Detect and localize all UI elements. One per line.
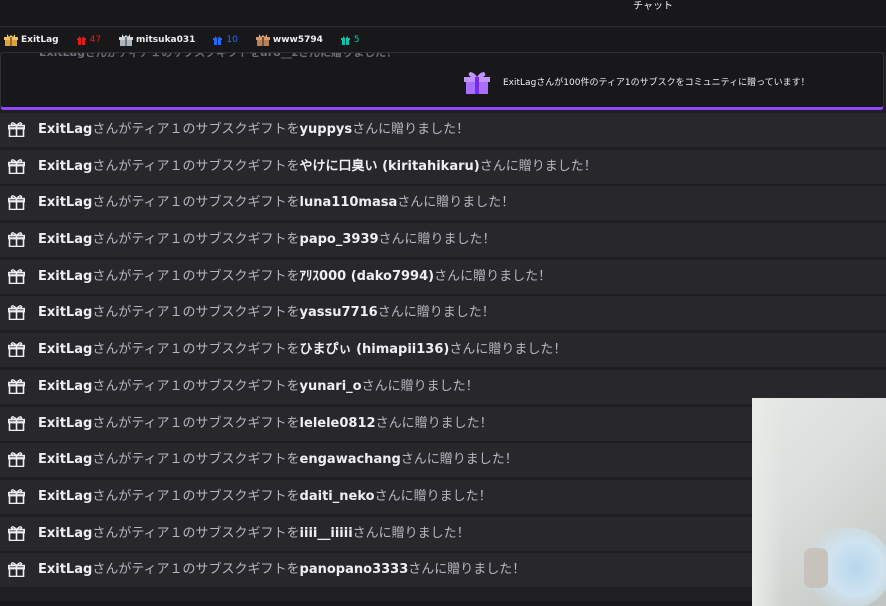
gift-leaderboard: ExitLag 47 mitsuka031 10 www5794 5 xyxy=(0,28,886,52)
recipient-name[interactable]: やけに口臭い (kiritahikaru) xyxy=(300,159,480,174)
recipient-name[interactable]: daiti_neko xyxy=(300,489,375,504)
gift-icon xyxy=(8,562,25,578)
gift-message-text: ExitLagさんがティア１のサブスクギフトをやけに口臭い (kiritahik… xyxy=(38,158,597,174)
gift-message-text: ExitLagさんがティア１のサブスクギフトをpanopano3333さんに贈り… xyxy=(38,562,526,578)
gifter-name[interactable]: ExitLag xyxy=(38,342,92,357)
gift-message-text: ExitLagさんがティア１のサブスクギフトをiiii__iiiiiさんに贈りま… xyxy=(38,525,470,541)
chat-bottom-edge xyxy=(0,601,752,606)
gift-icon xyxy=(8,232,25,248)
gift-message-text: ExitLagさんがティア１のサブスクギフトをpapo_3939さんに贈りました… xyxy=(38,232,496,248)
gift-message-row: ExitLagさんがティア１のサブスクギフトをｱﾘｽ000 (dako7994)… xyxy=(0,259,886,294)
gift-message-row: ExitLagさんがティア１のサブスクギフトをひまぴぃ (himapii136)… xyxy=(0,333,886,368)
silver-gift-icon xyxy=(119,33,134,46)
recipient-name[interactable]: yuppys xyxy=(300,122,353,137)
gift-icon xyxy=(213,35,223,45)
gift-message-text: ExitLagさんがティア１のサブスクギフトをlelele0812さんに贈りまし… xyxy=(38,415,493,431)
gifter-name[interactable]: ExitLag xyxy=(38,159,92,174)
gift-message-text: ExitLagさんがティア１のサブスクギフトをluna110masaさんに贈りま… xyxy=(38,195,515,211)
gifter-name[interactable]: ExitLag xyxy=(38,269,92,284)
leaderboard-count-value-3: 5 xyxy=(353,35,360,45)
recipient-name[interactable]: iiii__iiiii xyxy=(300,526,353,541)
chat-header: チャット xyxy=(0,0,886,27)
recipient-name[interactable]: engawachang xyxy=(300,452,401,467)
crown-gift-icon xyxy=(4,33,18,46)
gifter-name[interactable]: ExitLag xyxy=(38,379,92,394)
recipient-name[interactable]: panopano3333 xyxy=(300,562,409,577)
recipient-name[interactable]: lelele0812 xyxy=(300,416,376,431)
bronze-gift-icon xyxy=(255,33,270,46)
gift-icon xyxy=(8,195,25,211)
recipient-name[interactable]: ひまぴぃ (himapii136) xyxy=(300,342,450,357)
gift-icon xyxy=(464,72,490,94)
leaderboard-entry-1[interactable]: ExitLag xyxy=(4,33,59,47)
gifter-name[interactable]: ExitLag xyxy=(38,526,92,541)
webcam-overlay xyxy=(752,398,886,606)
gifter-name[interactable]: ExitLag xyxy=(38,489,92,504)
gift-icon xyxy=(8,415,25,431)
leaderboard-count-1: 47 xyxy=(76,35,102,45)
leaderboard-name-2: mitsuka031 xyxy=(136,35,196,45)
leaderboard-name-1: ExitLag xyxy=(21,35,59,45)
leaderboard-entry-3[interactable]: www5794 xyxy=(255,33,323,47)
gift-icon xyxy=(8,489,25,504)
recipient-name[interactable]: ｱﾘｽ000 (dako7994) xyxy=(300,269,435,284)
gifter-name[interactable]: ExitLag xyxy=(38,562,92,577)
gift-message-text: ExitLagさんがティア１のサブスクギフトをｱﾘｽ000 (dako7994)… xyxy=(38,268,552,284)
leaderboard-count-3: 5 xyxy=(340,35,360,45)
gift-message-row: ExitLagさんがティア１のサブスクギフトをyassu7716さんに贈りました… xyxy=(0,296,886,331)
gifter-name[interactable]: ExitLag xyxy=(38,195,92,210)
gift-message-text: ExitLagさんがティア１のサブスクギフトをひまぴぃ (himapii136)… xyxy=(38,342,567,358)
pinned-overflow-text: ExitLagさんがティア１のサブスクギフトをaro__zさんに贈りました！ xyxy=(39,52,398,59)
gifter-name[interactable]: ExitLag xyxy=(38,122,92,137)
gift-icon xyxy=(8,158,25,174)
leaderboard-count-value-1: 47 xyxy=(89,35,102,45)
gift-icon xyxy=(8,525,25,541)
recipient-name[interactable]: yunari_o xyxy=(300,379,362,394)
gift-message-row: ExitLagさんがティア１のサブスクギフトをyuppysさんに贈りました！ xyxy=(0,113,886,147)
gift-message-text: ExitLagさんがティア１のサブスクギフトをyuppysさんに贈りました！ xyxy=(38,122,470,137)
gift-message-row: ExitLagさんがティア１のサブスクギフトをやけに口臭い (kiritahik… xyxy=(0,149,886,184)
gifter-name[interactable]: ExitLag xyxy=(38,305,92,320)
gift-icon xyxy=(8,268,25,284)
leaderboard-count-2: 10 xyxy=(213,35,238,45)
gifter-name[interactable]: ExitLag xyxy=(38,452,92,467)
gift-message-row: ExitLagさんがティア１のサブスクギフトをpapo_3939さんに贈りました… xyxy=(0,223,886,258)
gifter-name[interactable]: ExitLag xyxy=(38,232,92,247)
gift-message-text: ExitLagさんがティア１のサブスクギフトをyunari_oさんに贈りました！ xyxy=(38,378,479,394)
stream-chat-window: チャット ExitLag 47 mitsuka031 10 www5794 5 … xyxy=(0,0,886,606)
recipient-name[interactable]: luna110masa xyxy=(300,195,398,210)
leaderboard-entry-2[interactable]: mitsuka031 xyxy=(119,33,196,47)
recipient-name[interactable]: yassu7716 xyxy=(300,305,378,320)
gift-icon xyxy=(76,35,86,45)
gift-icon xyxy=(8,452,25,468)
webcam-wall xyxy=(752,398,782,606)
pinned-gift-announcement[interactable]: ExitLagさんがティア１のサブスクギフトをaro__zさんに贈りました！ E… xyxy=(0,52,884,110)
chat-title: チャット xyxy=(633,1,673,12)
leaderboard-name-3: www5794 xyxy=(272,35,323,45)
gift-icon xyxy=(8,342,25,358)
gift-icon xyxy=(8,122,25,137)
recipient-name[interactable]: papo_3939 xyxy=(300,232,379,247)
gift-message-text: ExitLagさんがティア１のサブスクギフトをyassu7716さんに贈りました… xyxy=(38,305,495,321)
pinned-message-text: ExitLagさんが100件のティア1のサブスクをコミュニティに贈っています！ xyxy=(503,78,810,88)
gift-message-text: ExitLagさんがティア１のサブスクギフトをengawachangさんに贈りま… xyxy=(38,452,518,468)
gift-icon xyxy=(340,35,350,45)
gift-message-row: ExitLagさんがティア１のサブスクギフトをluna110masaさんに贈りま… xyxy=(0,186,886,221)
gift-icon xyxy=(8,305,25,321)
webcam-object xyxy=(804,548,828,588)
gift-icon xyxy=(8,378,25,394)
gifter-name[interactable]: ExitLag xyxy=(38,416,92,431)
leaderboard-count-value-2: 10 xyxy=(226,35,238,45)
gift-message-text: ExitLagさんがティア１のサブスクギフトをdaiti_nekoさんに贈りまし… xyxy=(38,488,492,504)
